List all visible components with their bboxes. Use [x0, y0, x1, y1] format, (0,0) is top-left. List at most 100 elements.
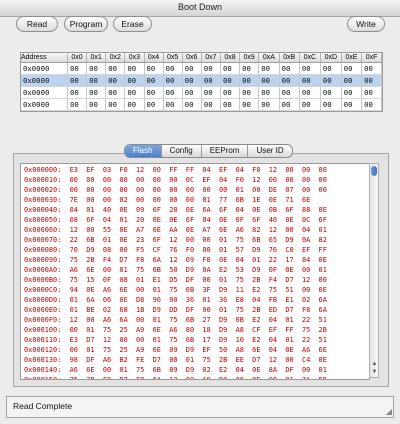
register-byte-cell[interactable]: 00 [144, 62, 164, 75]
register-byte-cell[interactable]: 00 [320, 98, 342, 111]
register-byte-cell[interactable]: 00 [105, 86, 126, 99]
register-byte-cell[interactable]: 00 [320, 86, 342, 99]
register-byte-cell[interactable]: 00 [86, 86, 107, 99]
register-byte-cell[interactable]: 00 [124, 62, 145, 75]
register-byte-cell[interactable]: 00 [124, 74, 145, 87]
register-byte-cell[interactable]: 00 [182, 98, 202, 111]
byte-column-header[interactable]: 0xD [320, 53, 342, 63]
register-byte-cell[interactable]: 00 [67, 74, 88, 87]
register-grid[interactable]: Address 0x0 0x1 0x2 0x3 0x4 0x5 0x6 0x7 0x8 0x9 0xA… [20, 52, 383, 112]
byte-column-header[interactable]: 0x9 [239, 53, 260, 63]
tab-flash[interactable]: Flash [125, 145, 162, 157]
register-byte-cell[interactable]: 00 [220, 74, 241, 87]
register-byte-cell[interactable]: 00 [258, 98, 280, 111]
register-byte-cell[interactable]: 00 [144, 98, 164, 111]
register-byte-cell[interactable]: 00 [86, 62, 107, 75]
tab-eeprom[interactable]: EEProm [202, 145, 249, 157]
register-byte-cell[interactable]: 00 [361, 62, 382, 75]
register-byte-cell[interactable]: 00 [67, 62, 88, 75]
register-byte-cell[interactable]: 00 [220, 98, 241, 111]
register-byte-cell[interactable]: 00 [201, 74, 222, 87]
register-byte-cell[interactable]: 00 [258, 62, 280, 75]
register-byte-cell[interactable]: 00 [67, 86, 88, 99]
erase-button[interactable]: Erase [113, 16, 152, 32]
tab-config[interactable]: Config [162, 145, 202, 157]
register-address-cell[interactable]: 0x0000 [21, 62, 68, 75]
register-byte-cell[interactable]: 00 [86, 74, 107, 87]
byte-column-header[interactable]: 0xE [341, 53, 363, 63]
register-byte-cell[interactable]: 00 [163, 74, 183, 87]
register-byte-cell[interactable]: 00 [201, 86, 222, 99]
byte-column-header[interactable]: 0xC [299, 53, 321, 63]
register-byte-cell[interactable]: 00 [258, 74, 280, 87]
register-byte-cell[interactable]: 00 [341, 98, 363, 111]
register-byte-cell[interactable]: 00 [279, 74, 300, 87]
register-byte-cell[interactable]: 00 [299, 86, 321, 99]
register-byte-cell[interactable]: 00 [105, 98, 126, 111]
program-button[interactable]: Program [64, 16, 108, 32]
read-button[interactable]: Read [16, 16, 58, 32]
register-row[interactable]: 0x0000 00 00 00 00 00 00 00 00 00 00 00 00 00 00 00 00 [21, 62, 382, 75]
register-byte-cell[interactable]: 00 [279, 86, 300, 99]
register-byte-cell[interactable]: 00 [341, 62, 363, 75]
register-byte-cell[interactable]: 00 [201, 62, 222, 75]
register-byte-cell[interactable]: 00 [182, 74, 202, 87]
register-address-cell[interactable]: 0x0000 [21, 86, 68, 99]
register-address-cell[interactable]: 0x0000 [21, 74, 68, 87]
register-byte-cell[interactable]: 00 [163, 86, 183, 99]
register-byte-cell[interactable]: 00 [105, 62, 126, 75]
byte-column-header[interactable]: 0x2 [105, 53, 126, 63]
register-byte-cell[interactable]: 00 [361, 86, 382, 99]
register-byte-cell[interactable]: 00 [86, 98, 107, 111]
scroll-down-arrow-icon[interactable]: ▼ [371, 369, 378, 376]
register-byte-cell[interactable]: 00 [144, 86, 164, 99]
byte-column-header[interactable]: 0x0 [67, 53, 88, 63]
register-byte-cell[interactable]: 00 [341, 86, 363, 99]
register-byte-cell[interactable]: 00 [220, 86, 241, 99]
register-byte-cell[interactable]: 00 [124, 98, 145, 111]
register-byte-cell[interactable]: 00 [320, 74, 342, 87]
register-row[interactable]: 0x0000 00 00 00 00 00 00 00 00 00 00 00 00 00 00 00 00 [21, 98, 382, 111]
register-byte-cell[interactable]: 00 [67, 98, 88, 111]
register-byte-cell[interactable]: 00 [182, 86, 202, 99]
register-byte-cell[interactable]: 00 [279, 98, 300, 111]
register-row[interactable]: 0x0000 00 00 00 00 00 00 00 00 00 00 00 00 00 00 00 00 [21, 86, 382, 99]
register-byte-cell[interactable]: 00 [341, 74, 363, 87]
register-row[interactable]: 0x0000 00 00 00 00 00 00 00 00 00 00 00 00 00 00 00 00 [21, 74, 382, 87]
register-byte-cell[interactable]: 00 [201, 98, 222, 111]
byte-column-header[interactable]: 0x8 [220, 53, 241, 63]
byte-column-header[interactable]: 0x6 [182, 53, 202, 63]
scrollbar-thumb[interactable] [371, 166, 377, 176]
register-byte-cell[interactable]: 00 [258, 86, 280, 99]
register-byte-cell[interactable]: 00 [239, 86, 260, 99]
register-byte-cell[interactable]: 00 [299, 74, 321, 87]
register-byte-cell[interactable]: 00 [163, 62, 183, 75]
register-byte-cell[interactable]: 00 [182, 62, 202, 75]
register-byte-cell[interactable]: 00 [239, 98, 260, 111]
register-address-cell[interactable]: 0x0000 [21, 98, 68, 111]
register-byte-cell[interactable]: 00 [239, 62, 260, 75]
write-button[interactable]: Write [347, 16, 385, 32]
scroll-up-arrow-icon[interactable]: ▲ [371, 361, 378, 368]
tab-user-id[interactable]: User ID [248, 145, 291, 157]
byte-column-header[interactable]: 0x5 [163, 53, 183, 63]
register-byte-cell[interactable]: 00 [163, 98, 183, 111]
register-byte-cell[interactable]: 00 [105, 74, 126, 87]
register-byte-cell[interactable]: 00 [361, 74, 382, 87]
byte-column-header[interactable]: 0x4 [144, 53, 164, 63]
byte-column-header[interactable]: 0x7 [201, 53, 222, 63]
register-byte-cell[interactable]: 00 [144, 74, 164, 87]
register-byte-cell[interactable]: 00 [320, 62, 342, 75]
register-byte-cell[interactable]: 00 [279, 62, 300, 75]
register-byte-cell[interactable]: 00 [361, 98, 382, 111]
byte-column-header[interactable]: 0x3 [124, 53, 145, 63]
address-column-header[interactable]: Address [21, 53, 68, 63]
byte-column-header[interactable]: 0xF [361, 53, 382, 63]
register-byte-cell[interactable]: 00 [299, 98, 321, 111]
resize-grip-icon[interactable]: ◢ [386, 407, 392, 416]
flash-scrollbar[interactable]: ▲ ▼ [369, 163, 379, 378]
byte-column-header[interactable]: 0xA [258, 53, 280, 63]
flash-hex-view[interactable]: 0x000000: E3 EF 03 F0 12 00 FF FF 04 EF … [20, 163, 370, 380]
byte-column-header[interactable]: 0xB [279, 53, 300, 63]
byte-column-header[interactable]: 0x1 [86, 53, 107, 63]
